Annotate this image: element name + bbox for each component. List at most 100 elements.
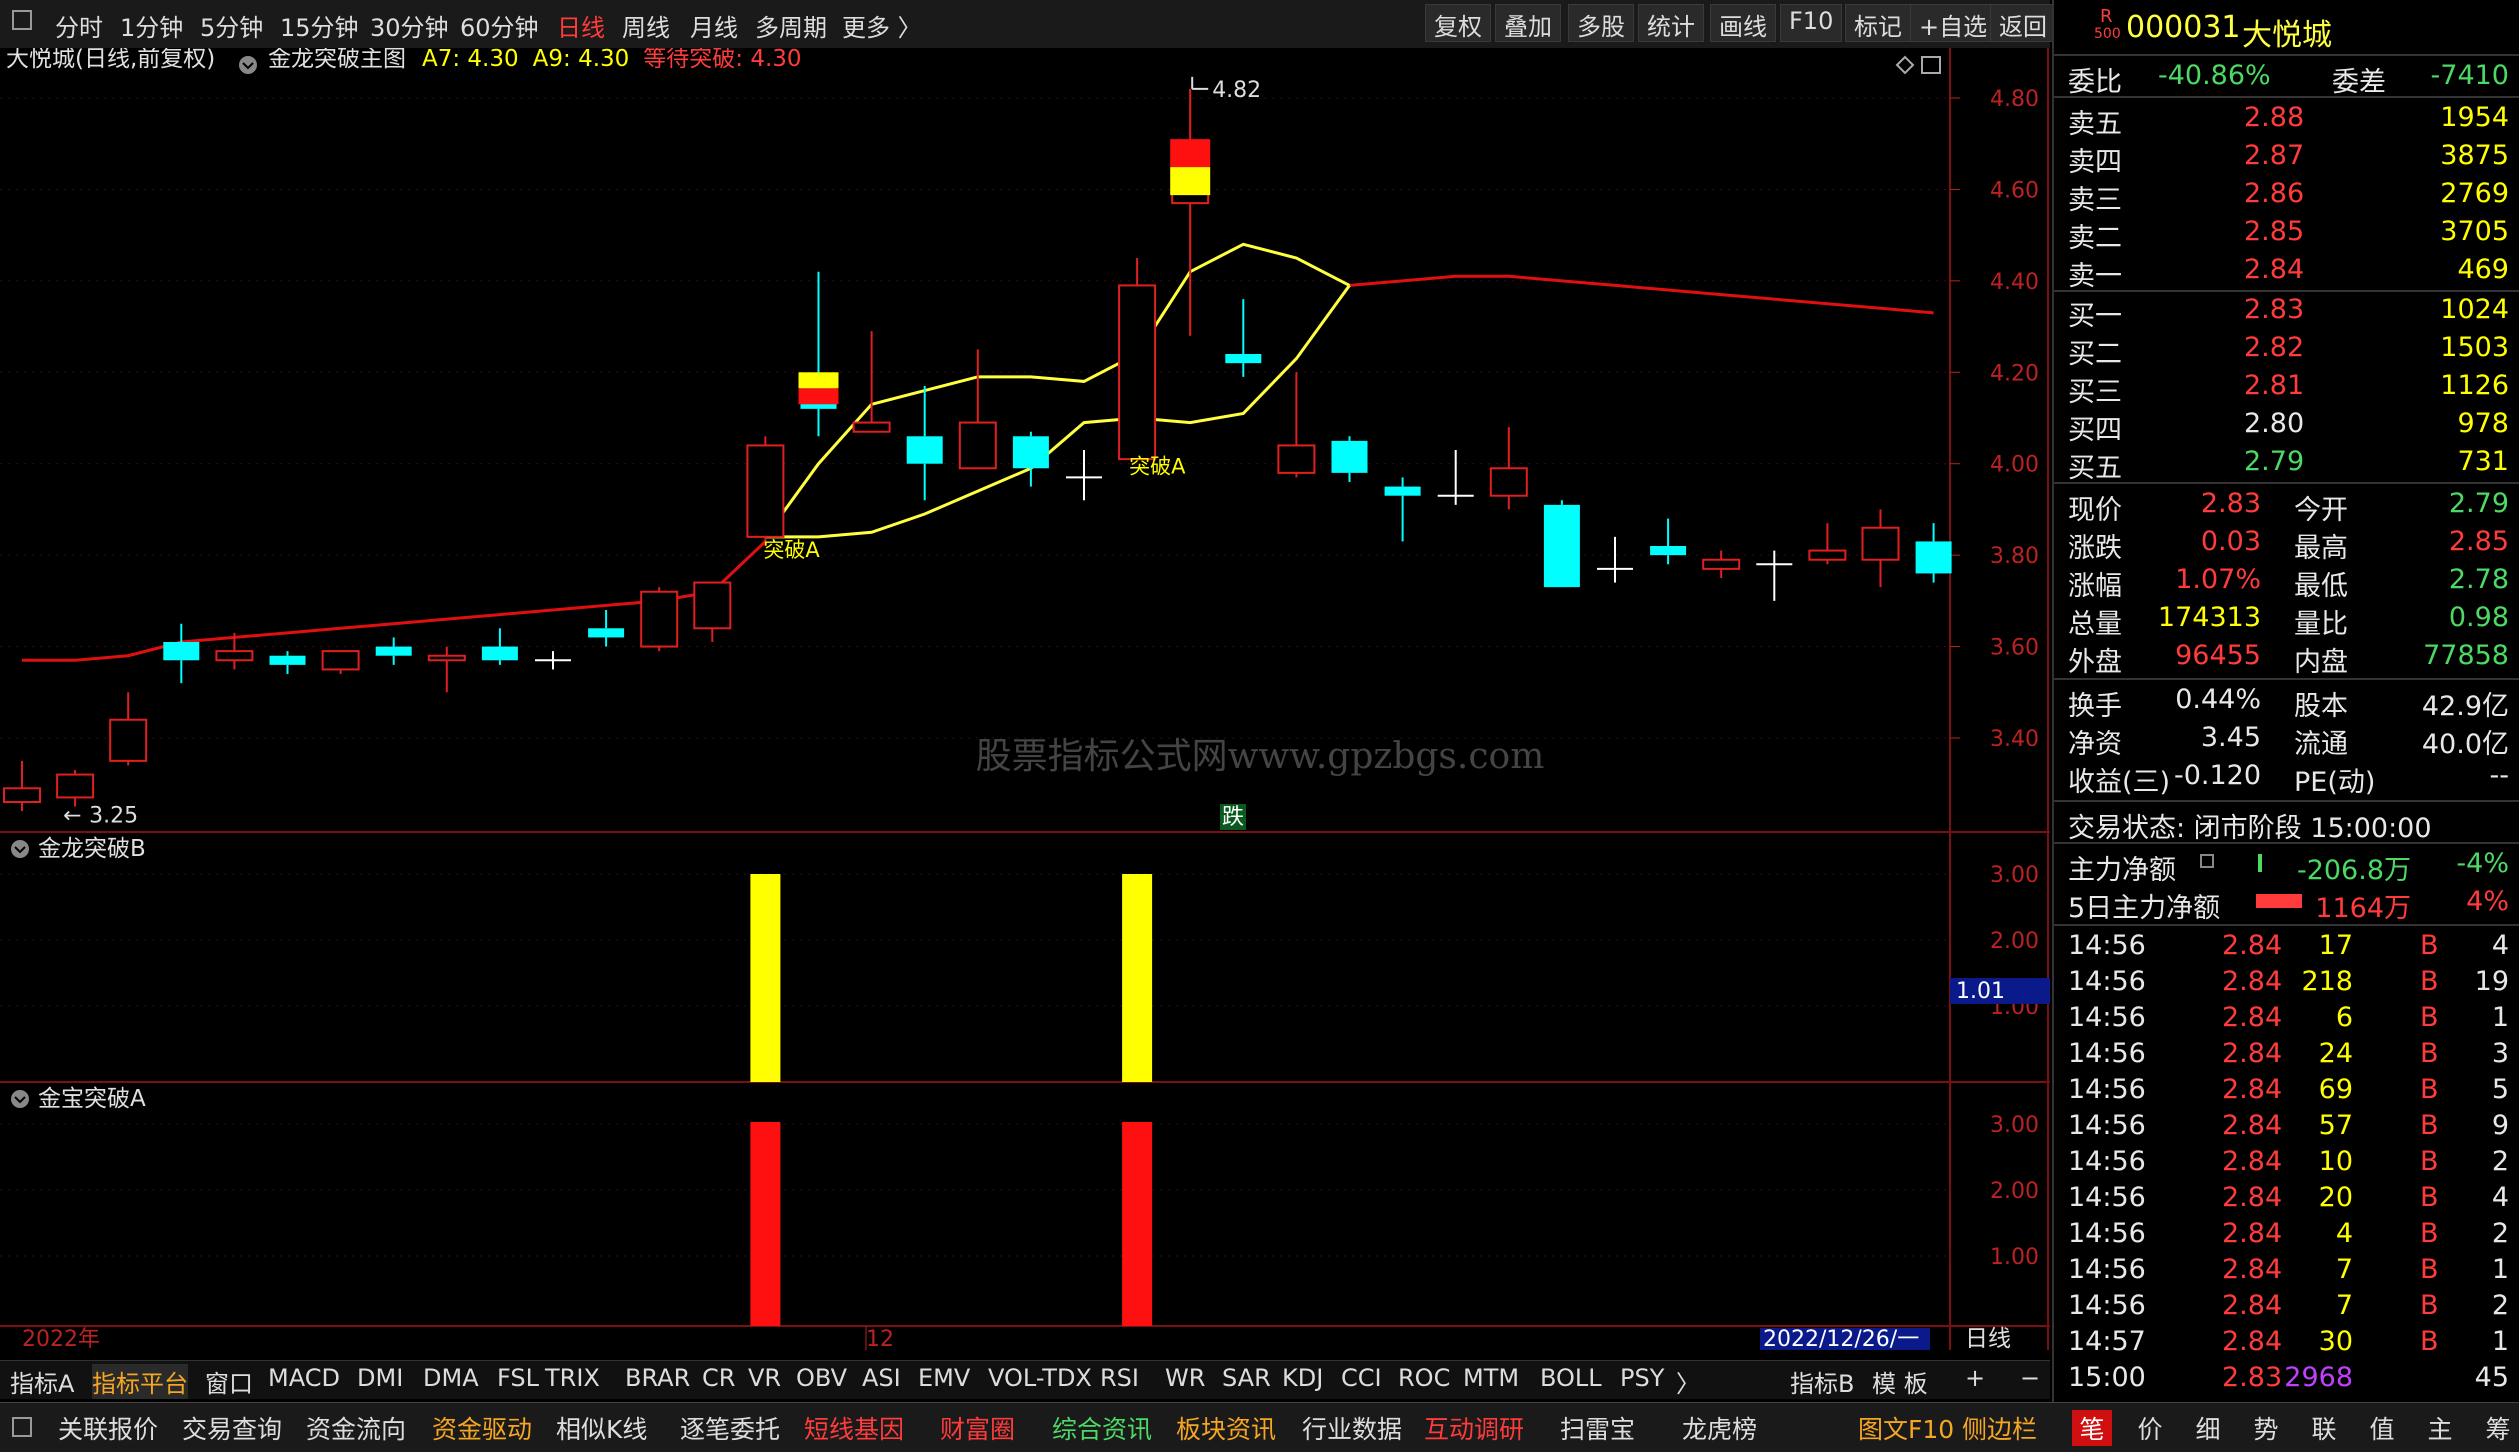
toolbar-button[interactable]: F10 [1780, 4, 1843, 42]
stat-label: 股本 [2294, 691, 2348, 722]
indicator-tab[interactable]: 〉 [1676, 1364, 1700, 1399]
indicator-tab[interactable]: MTM [1463, 1364, 1519, 1392]
function-button[interactable]: 关联报价 [58, 1410, 158, 1446]
info-icon[interactable] [2200, 854, 2214, 868]
toolbar-button[interactable]: 叠加 [1495, 4, 1561, 42]
function-button[interactable]: 财富圈 [940, 1410, 1015, 1446]
stat-label: 涨幅 [2068, 571, 2122, 602]
signal-bar [1122, 874, 1153, 1082]
panel-tab[interactable]: 筹 [2478, 1410, 2518, 1446]
indicator-tab[interactable]: VOL-TDX [988, 1364, 1092, 1392]
period-tab[interactable]: 分时 [55, 8, 103, 43]
indicator-tab[interactable]: 指标平台 [92, 1364, 188, 1399]
indicator-tab[interactable]: OBV [796, 1364, 847, 1392]
period-tab[interactable]: 30分钟 [370, 8, 449, 43]
indicator-tab[interactable]: DMI [357, 1364, 403, 1392]
panel-tab[interactable]: 值 [2362, 1410, 2402, 1446]
toolbar-button[interactable]: +自选 [1910, 4, 1997, 42]
period-tab[interactable]: 更多 〉 [842, 8, 922, 43]
bid-label: 买一 [2068, 301, 2122, 332]
function-button[interactable]: 相似K线 [556, 1410, 647, 1446]
divider [2054, 678, 2519, 680]
tick-count: 4 [2491, 930, 2509, 961]
quote-row: 卖四 2.87 3875 [2054, 138, 2519, 178]
period-tab[interactable]: 15分钟 [280, 8, 359, 43]
toolbar-button[interactable]: 多股 [1568, 4, 1634, 42]
indicator-right-button[interactable]: 指标B [1790, 1364, 1854, 1399]
indicator-tab[interactable]: CR [702, 1364, 735, 1392]
toolbar-button[interactable]: 复权 [1425, 4, 1491, 42]
panel-tab[interactable]: 价 [2130, 1410, 2170, 1446]
indicator-tab[interactable]: KDJ [1282, 1364, 1323, 1392]
indicator-tab[interactable]: EMV [918, 1364, 970, 1392]
tick-side: B [2420, 930, 2439, 961]
function-button[interactable]: 综合资讯 [1052, 1410, 1152, 1446]
indicator-tab[interactable]: BRAR [625, 1364, 690, 1392]
subchart-dropdown-icon[interactable] [11, 840, 29, 858]
panel-tab[interactable]: 细 [2188, 1410, 2228, 1446]
period-tab[interactable]: 1分钟 [120, 8, 183, 43]
subchart-dropdown-icon[interactable] [11, 1090, 29, 1108]
candle[interactable] [1118, 258, 1157, 461]
toolbar-button[interactable]: 标记 [1845, 4, 1911, 42]
indicator-right-button[interactable]: − [2020, 1364, 2040, 1392]
panel-tab[interactable]: 主 [2420, 1410, 2460, 1446]
function-bar: 关联报价 交易查询 资金流向 资金驱动 相似K线 逐笔委托 短线基因 财富圈 综合资讯 板块资讯行… [0, 1402, 2519, 1452]
indicator-tab[interactable]: DMA [423, 1364, 479, 1392]
menu-icon[interactable] [12, 1417, 32, 1437]
function-button[interactable]: 资金流向 [306, 1410, 406, 1446]
candle[interactable] [746, 436, 785, 546]
window-menu-icon[interactable] [12, 10, 32, 30]
quote-row: 收益(三) -0.120 PE(动) -- [2054, 758, 2519, 798]
period-tab[interactable]: 月线 [690, 8, 738, 43]
panel-tab[interactable]: 势 [2246, 1410, 2286, 1446]
main-net-bar [2258, 854, 2262, 872]
indicator-tab[interactable]: MACD [268, 1364, 340, 1392]
indicator-tab[interactable]: RSI [1100, 1364, 1139, 1392]
quote-row: 净资 3.45 流通 40.0亿 [2054, 720, 2519, 760]
function-button[interactable]: 交易查询 [182, 1410, 282, 1446]
function-button[interactable]: 短线基因 [804, 1410, 904, 1446]
candle[interactable] [640, 587, 679, 652]
kline-chart[interactable]: 4.80 4.60 4.40 4.20 4.00 3.80 3.60 3.40 大悦城(日线,前… [0, 48, 2050, 1350]
indicator-tab[interactable]: ROC [1398, 1364, 1450, 1392]
function-button[interactable]: 行业数据 [1302, 1410, 1402, 1446]
panel-tab[interactable]: 笔 [2072, 1410, 2112, 1446]
indicator-tab[interactable]: PSY [1620, 1364, 1664, 1392]
toolbar-button[interactable]: 返回 [1990, 4, 2056, 42]
period-tab[interactable]: 日线 [557, 8, 605, 43]
toolbar-button[interactable]: 画线 [1710, 4, 1776, 42]
function-button[interactable]: 逐笔委托 [680, 1410, 780, 1446]
divider [2054, 482, 2519, 484]
period-tab[interactable]: 60分钟 [460, 8, 539, 43]
indicator-tab[interactable]: BOLL [1540, 1364, 1602, 1392]
function-button[interactable]: 互动调研 [1424, 1410, 1524, 1446]
function-button[interactable]: 图文F10 [1858, 1410, 1954, 1446]
period-tab[interactable]: 5分钟 [200, 8, 263, 43]
indicator-tab[interactable]: SAR [1222, 1364, 1271, 1392]
indicator-right-button[interactable]: + [1965, 1364, 1985, 1392]
period-tab[interactable]: 周线 [622, 8, 670, 43]
toolbar-button[interactable]: 统计 [1638, 4, 1704, 42]
function-button[interactable]: 板块资讯 [1176, 1410, 1276, 1446]
function-button[interactable]: 资金驱动 [432, 1410, 532, 1446]
tick-volume: 4 [2335, 1218, 2353, 1249]
indicator-tab[interactable]: TRIX [545, 1364, 600, 1392]
indicator-tab[interactable]: FSL [497, 1364, 539, 1392]
indicator-tab[interactable]: 指标A [10, 1364, 74, 1399]
indicator-tab[interactable]: VR [748, 1364, 781, 1392]
indicator-right-button[interactable]: 模 板 [1872, 1364, 1928, 1399]
function-button[interactable]: 扫雷宝 [1560, 1410, 1635, 1446]
panel-tab[interactable]: 联 [2304, 1410, 2344, 1446]
function-button[interactable]: 侧边栏 [1962, 1410, 2037, 1446]
function-button[interactable]: 龙虎榜 [1682, 1410, 1757, 1446]
tick-volume: 10 [2318, 1146, 2353, 1177]
indicator-tab[interactable]: ASI [862, 1364, 901, 1392]
indicator-dropdown-icon[interactable] [239, 56, 257, 74]
candle[interactable] [1543, 500, 1580, 588]
indicator-tab[interactable]: CCI [1341, 1364, 1382, 1392]
indicator-tab[interactable]: WR [1165, 1364, 1205, 1392]
ask-price: 2.88 [2244, 102, 2305, 133]
period-tab[interactable]: 多周期 [755, 8, 827, 43]
indicator-tab[interactable]: 窗口 [205, 1364, 253, 1399]
